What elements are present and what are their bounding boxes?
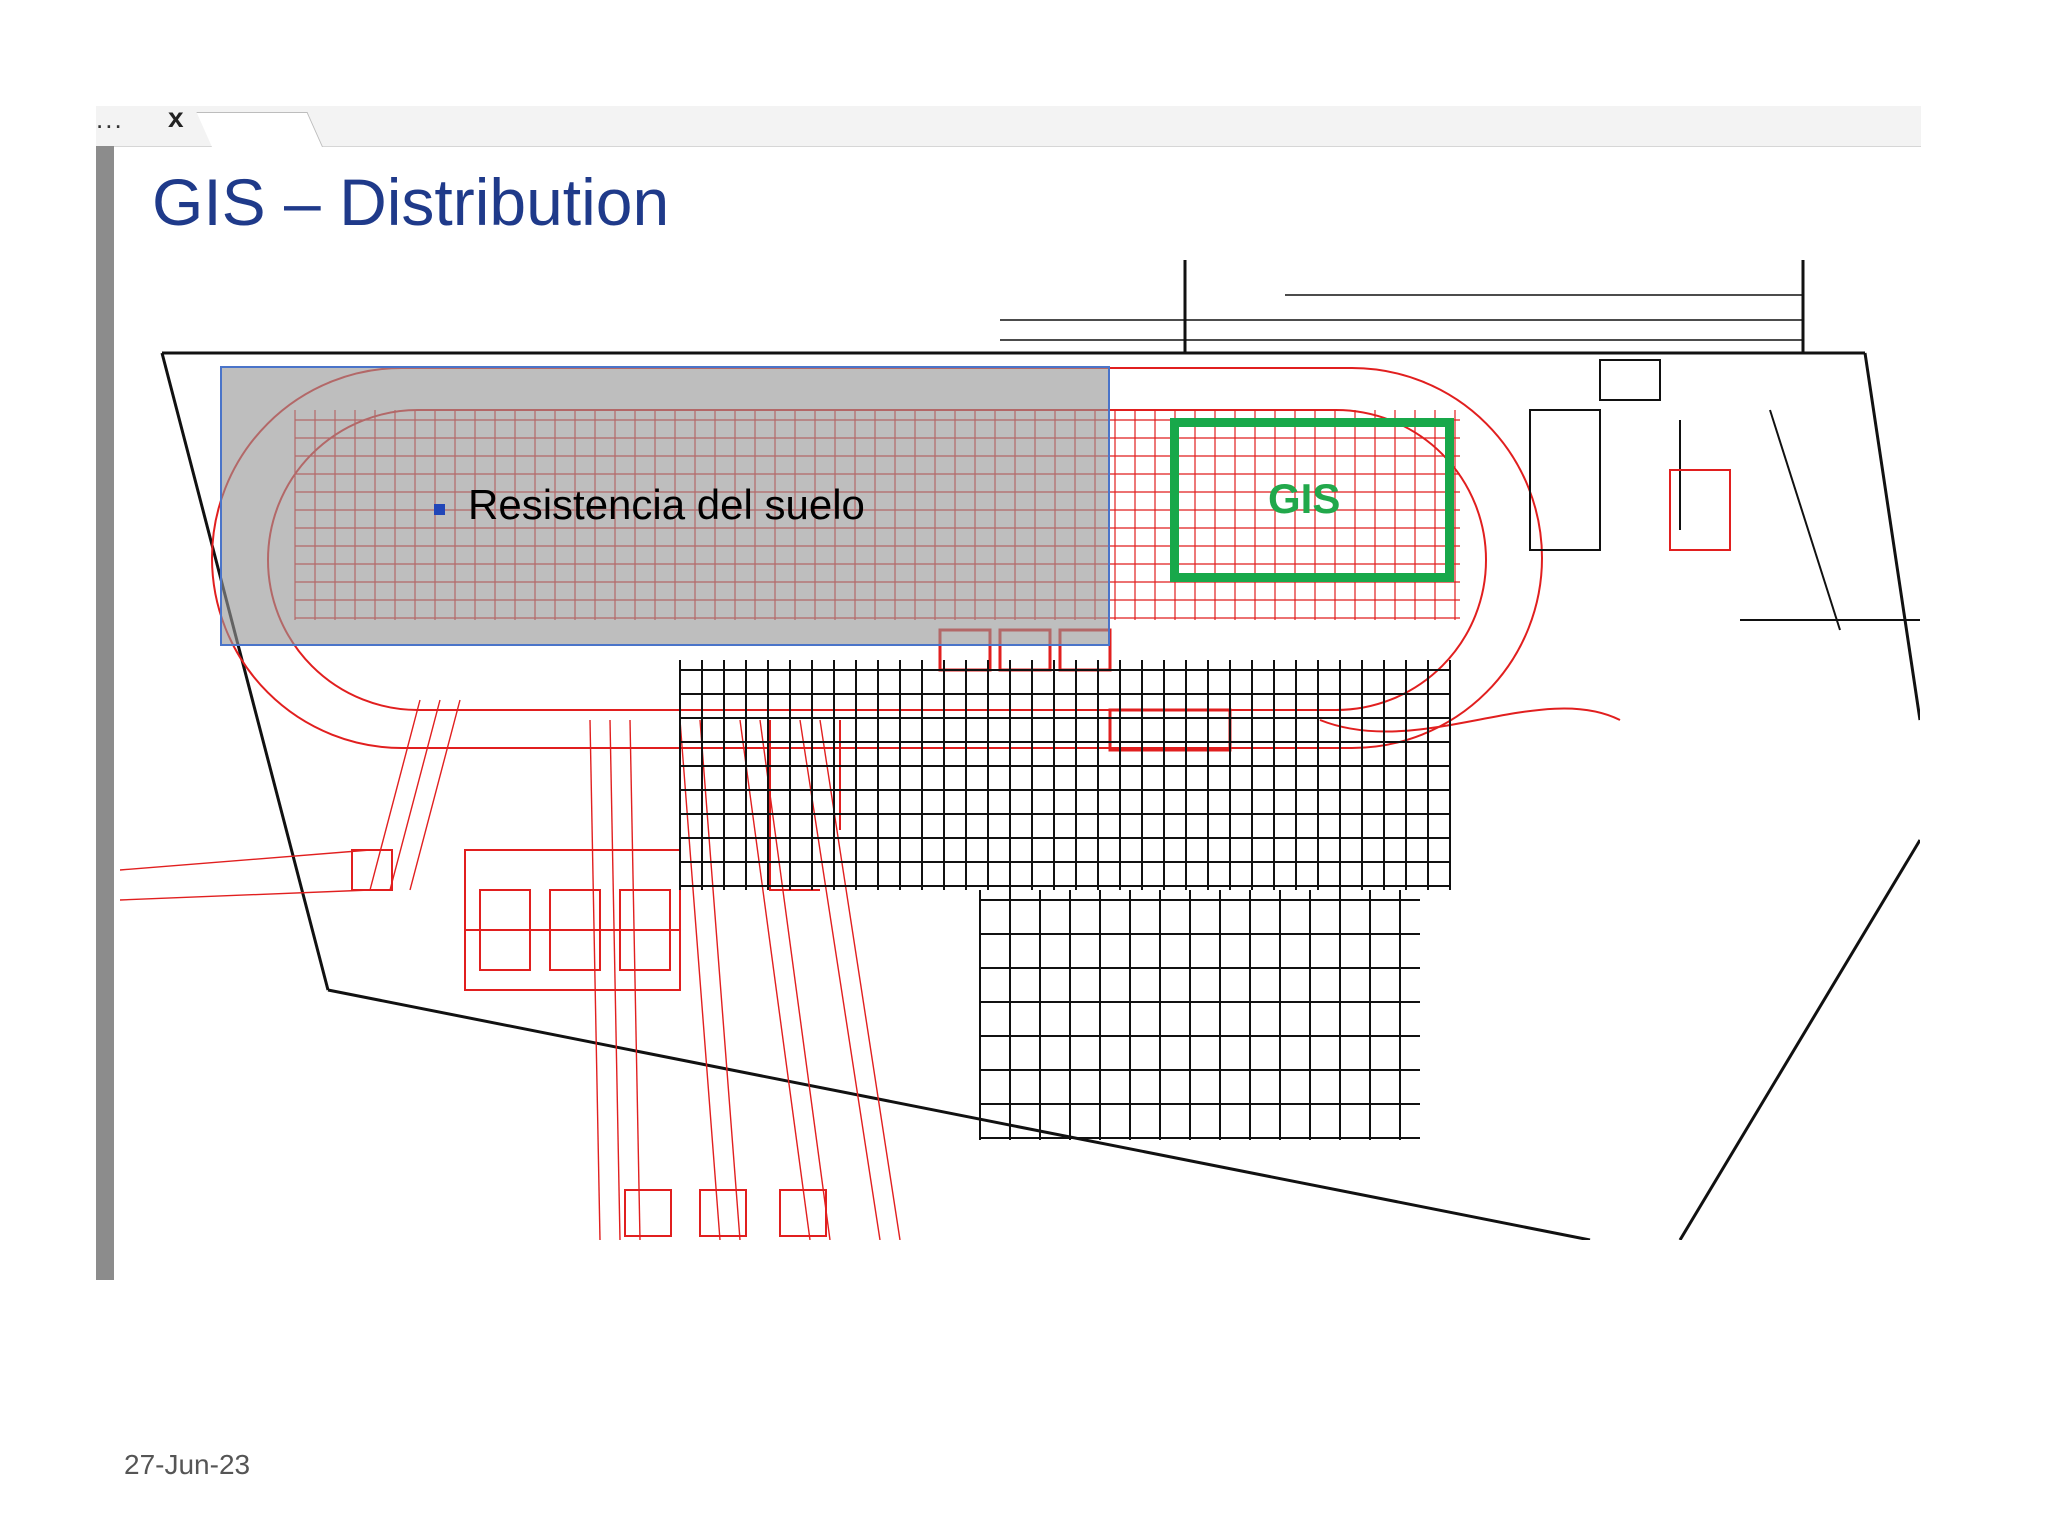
slide-title: GIS – Distribution [152,165,670,239]
bullet-text: Resistencia del suelo [468,481,865,528]
black-structures [679,660,1451,1140]
slide-page: ... x GIS – Distribution Resistencia del… [0,0,2048,1536]
left-border [96,146,114,1280]
boundary-right-diag [1678,839,1920,1240]
right-equipment [1529,359,1920,631]
boundary-right [1863,352,1920,721]
footer-date: 27-Jun-23 [124,1449,251,1480]
bullet-marker [434,504,445,515]
top-fence-lines [1000,294,1803,341]
red-equipment-block [464,849,681,991]
gis-label: GIS [1268,475,1341,522]
annotation-callout: Resistencia del suelo [220,366,1110,646]
tab-strip [96,106,1921,147]
tab-close-icon[interactable]: x [168,104,184,132]
road-spur [1319,707,1621,733]
active-tab[interactable] [196,112,323,147]
tab-menu-icon[interactable]: ... [96,106,124,132]
